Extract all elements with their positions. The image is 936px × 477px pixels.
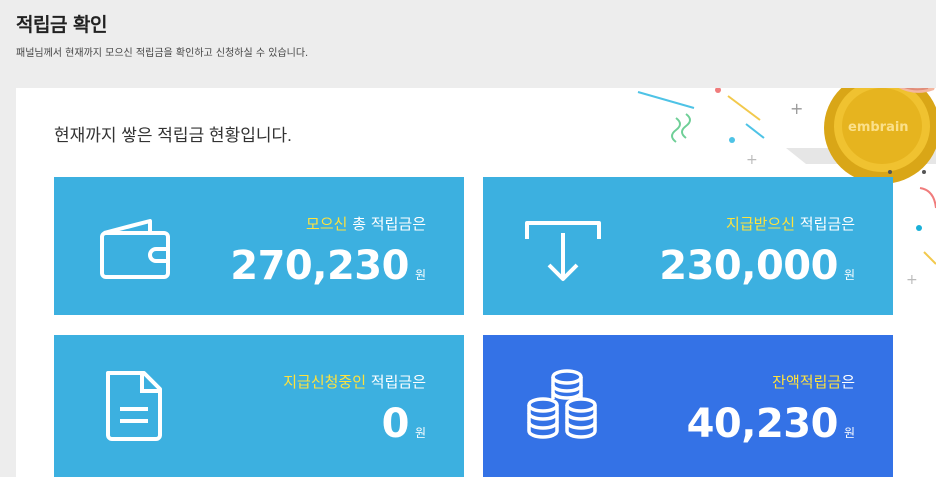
paid-savings-label: 지급받으신 적립금은 (726, 215, 855, 233)
total-savings-card: 모으신 총 적립금은 270,230 원 (54, 177, 464, 315)
paid-savings-card: 지급받으신 적립금은 230,000 원 (483, 177, 893, 315)
pending-savings-card: 지급신청중인 적립금은 0원 (54, 335, 464, 477)
pending-savings-label: 지급신청중인 적립금은 (283, 373, 426, 391)
svg-text:+: + (906, 272, 918, 288)
total-savings-amount: 270,230 원 (230, 243, 426, 289)
svg-text:+: + (746, 152, 758, 168)
pending-savings-amount: 0원 (381, 401, 426, 447)
page-subtitle: 패널님께서 현재까지 모으신 적립금을 확인하고 신청하실 수 있습니다. (16, 48, 309, 59)
balance-savings-amount: 40,230 원 (686, 401, 855, 447)
balance-savings-label: 잔액적립금은 (772, 373, 855, 391)
balance-savings-card: 잔액적립금은 40,230 원 (483, 335, 893, 477)
embrain-logo: embrain (848, 120, 909, 135)
svg-text:+: + (790, 99, 803, 118)
withdraw-arrow-icon (525, 221, 601, 281)
page-title: 적립금 확인 (16, 14, 108, 36)
paid-savings-amount: 230,000 원 (659, 243, 855, 289)
savings-status-panel: + + + embrain 현재까지 쌓은 적립금 현황입니다. 모으신 총 적… (16, 88, 936, 477)
panel-heading: 현재까지 쌓은 적립금 현황입니다. (54, 126, 292, 145)
total-savings-label: 모으신 총 적립금은 (306, 215, 426, 233)
coins-icon (527, 369, 597, 439)
document-icon (106, 371, 162, 441)
wallet-icon (100, 219, 170, 279)
